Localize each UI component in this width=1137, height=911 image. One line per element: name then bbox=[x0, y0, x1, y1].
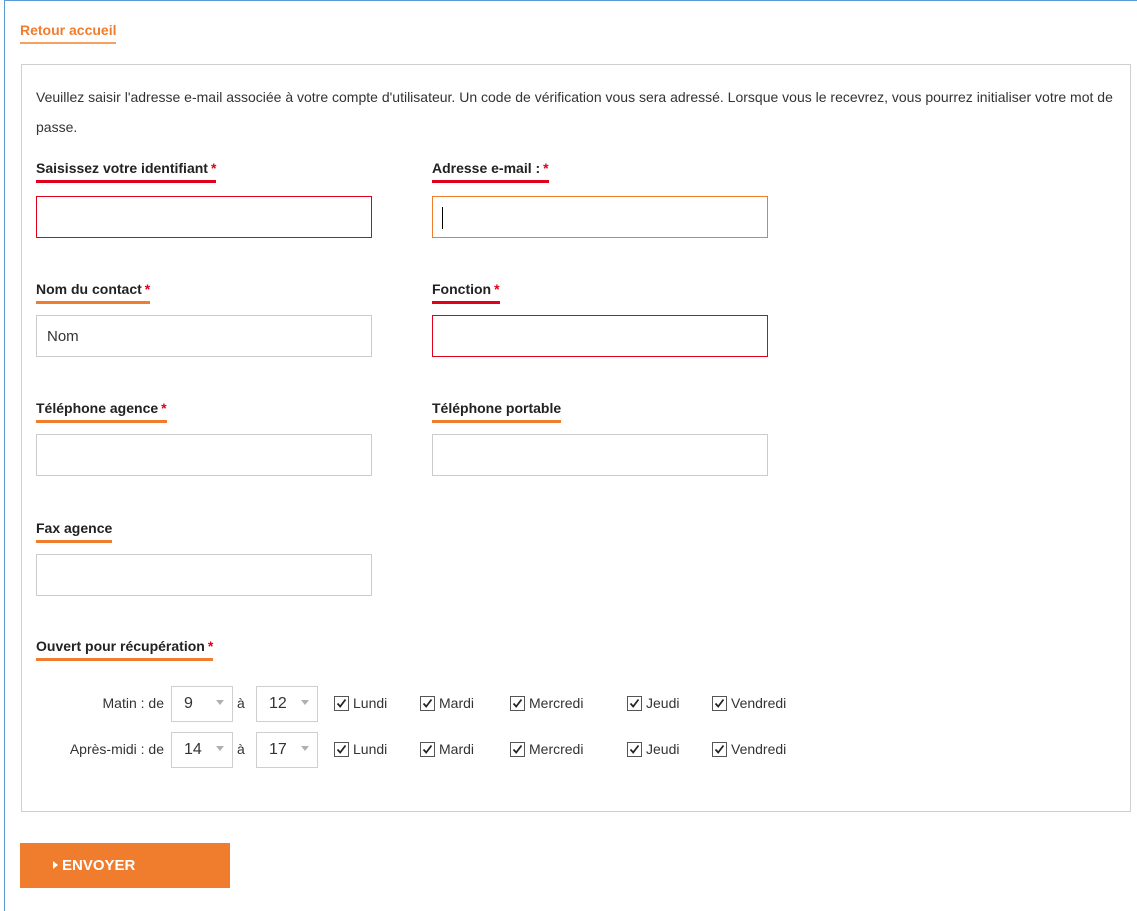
tel-agence-label-text: Téléphone agence bbox=[36, 400, 159, 416]
fax-label-text: Fax agence bbox=[36, 520, 113, 536]
text-cursor bbox=[442, 207, 443, 229]
chevron-down-icon bbox=[216, 700, 224, 705]
required-marker: * bbox=[210, 160, 217, 176]
tel-portable-label-text: Téléphone portable bbox=[432, 400, 562, 416]
day-label: Lundi bbox=[353, 741, 388, 757]
email-label: Adresse e-mail : * bbox=[432, 160, 549, 183]
checkmark-icon bbox=[336, 698, 347, 708]
day-label: Vendredi bbox=[731, 695, 787, 711]
checkbox-box bbox=[420, 742, 435, 757]
required-marker: * bbox=[144, 281, 151, 297]
schedule-row-label: Matin : de bbox=[102, 695, 164, 711]
hour-from-select-value: 9 bbox=[184, 695, 193, 712]
hour-from-select[interactable]: 9 bbox=[171, 686, 233, 722]
day-label: Mardi bbox=[439, 741, 475, 757]
hour-from-select-value: 14 bbox=[184, 741, 202, 758]
nom-label-text: Nom du contact bbox=[36, 281, 142, 297]
tel-portable-label: Téléphone portable bbox=[432, 400, 562, 423]
identifiant-label: Saisissez votre identifiant * bbox=[36, 160, 217, 183]
day-label: Mercredi bbox=[529, 695, 584, 711]
fax-input[interactable] bbox=[36, 554, 372, 596]
tel-agence-label: Téléphone agence * bbox=[36, 400, 167, 423]
required-marker: * bbox=[207, 638, 214, 654]
tel-agence-input[interactable] bbox=[36, 434, 372, 476]
chevron-down-icon bbox=[301, 700, 309, 705]
hour-to-select-value: 12 bbox=[269, 695, 287, 712]
required-marker: * bbox=[543, 160, 549, 176]
fonction-input[interactable] bbox=[432, 315, 768, 357]
schedule-label: Ouvert pour récupération * bbox=[36, 638, 214, 661]
hour-to-select-value: 17 bbox=[269, 741, 287, 758]
hour-to-select[interactable]: 17 bbox=[256, 732, 318, 768]
checkmark-icon bbox=[336, 744, 347, 754]
required-marker: * bbox=[494, 281, 500, 297]
fonction-label-text: Fonction bbox=[432, 281, 492, 297]
chevron-down-icon bbox=[216, 746, 224, 751]
day-label: Vendredi bbox=[731, 741, 787, 757]
required-marker: * bbox=[161, 400, 167, 416]
checkmark-icon bbox=[422, 744, 433, 754]
email-input[interactable] bbox=[432, 196, 768, 238]
checkmark-icon bbox=[714, 744, 725, 754]
day-label: Lundi bbox=[353, 695, 388, 711]
hour-to-select[interactable]: 12 bbox=[256, 686, 318, 722]
identifiant-input[interactable] bbox=[36, 196, 372, 238]
to-word: à bbox=[237, 695, 245, 711]
checkbox-box bbox=[712, 696, 727, 711]
chevron-right-icon bbox=[53, 861, 58, 869]
fonction-label: Fonction * bbox=[432, 281, 500, 304]
submit-label: ENVOYER bbox=[62, 857, 136, 874]
checkbox-box bbox=[334, 696, 349, 711]
day-label: Jeudi bbox=[646, 741, 680, 757]
nom-label: Nom du contact * bbox=[36, 281, 151, 304]
fax-label: Fax agence bbox=[36, 520, 113, 543]
checkbox-box bbox=[334, 742, 349, 757]
nom-input[interactable] bbox=[36, 315, 372, 357]
chevron-down-icon bbox=[301, 746, 309, 751]
checkmark-icon bbox=[629, 744, 640, 754]
checkbox-box bbox=[627, 742, 642, 757]
checkmark-icon bbox=[422, 698, 433, 708]
checkmark-icon bbox=[512, 744, 523, 754]
checkmark-icon bbox=[714, 698, 725, 708]
checkbox-box bbox=[510, 696, 525, 711]
submit-button[interactable]: ENVOYER bbox=[20, 843, 230, 888]
checkbox-box bbox=[712, 742, 727, 757]
checkmark-icon bbox=[629, 698, 640, 708]
hour-from-select[interactable]: 14 bbox=[171, 732, 233, 768]
identifiant-label-text: Saisissez votre identifiant bbox=[36, 160, 208, 176]
day-label: Mardi bbox=[439, 695, 475, 711]
to-word: à bbox=[237, 741, 245, 757]
back-home-link[interactable]: Retour accueil bbox=[20, 22, 117, 44]
checkbox-box bbox=[627, 696, 642, 711]
schedule-row-label: Après-midi : de bbox=[69, 741, 164, 757]
email-label-text: Adresse e-mail : bbox=[432, 160, 541, 176]
tel-portable-input[interactable] bbox=[432, 434, 768, 476]
day-label: Mercredi bbox=[529, 741, 584, 757]
schedule-label-text: Ouvert pour récupération bbox=[36, 638, 205, 654]
checkmark-icon bbox=[512, 698, 523, 708]
checkbox-box bbox=[510, 742, 525, 757]
intro-text: Veuillez saisir l'adresse e-mail associé… bbox=[36, 89, 1113, 135]
day-label: Jeudi bbox=[646, 695, 680, 711]
checkbox-box bbox=[420, 696, 435, 711]
